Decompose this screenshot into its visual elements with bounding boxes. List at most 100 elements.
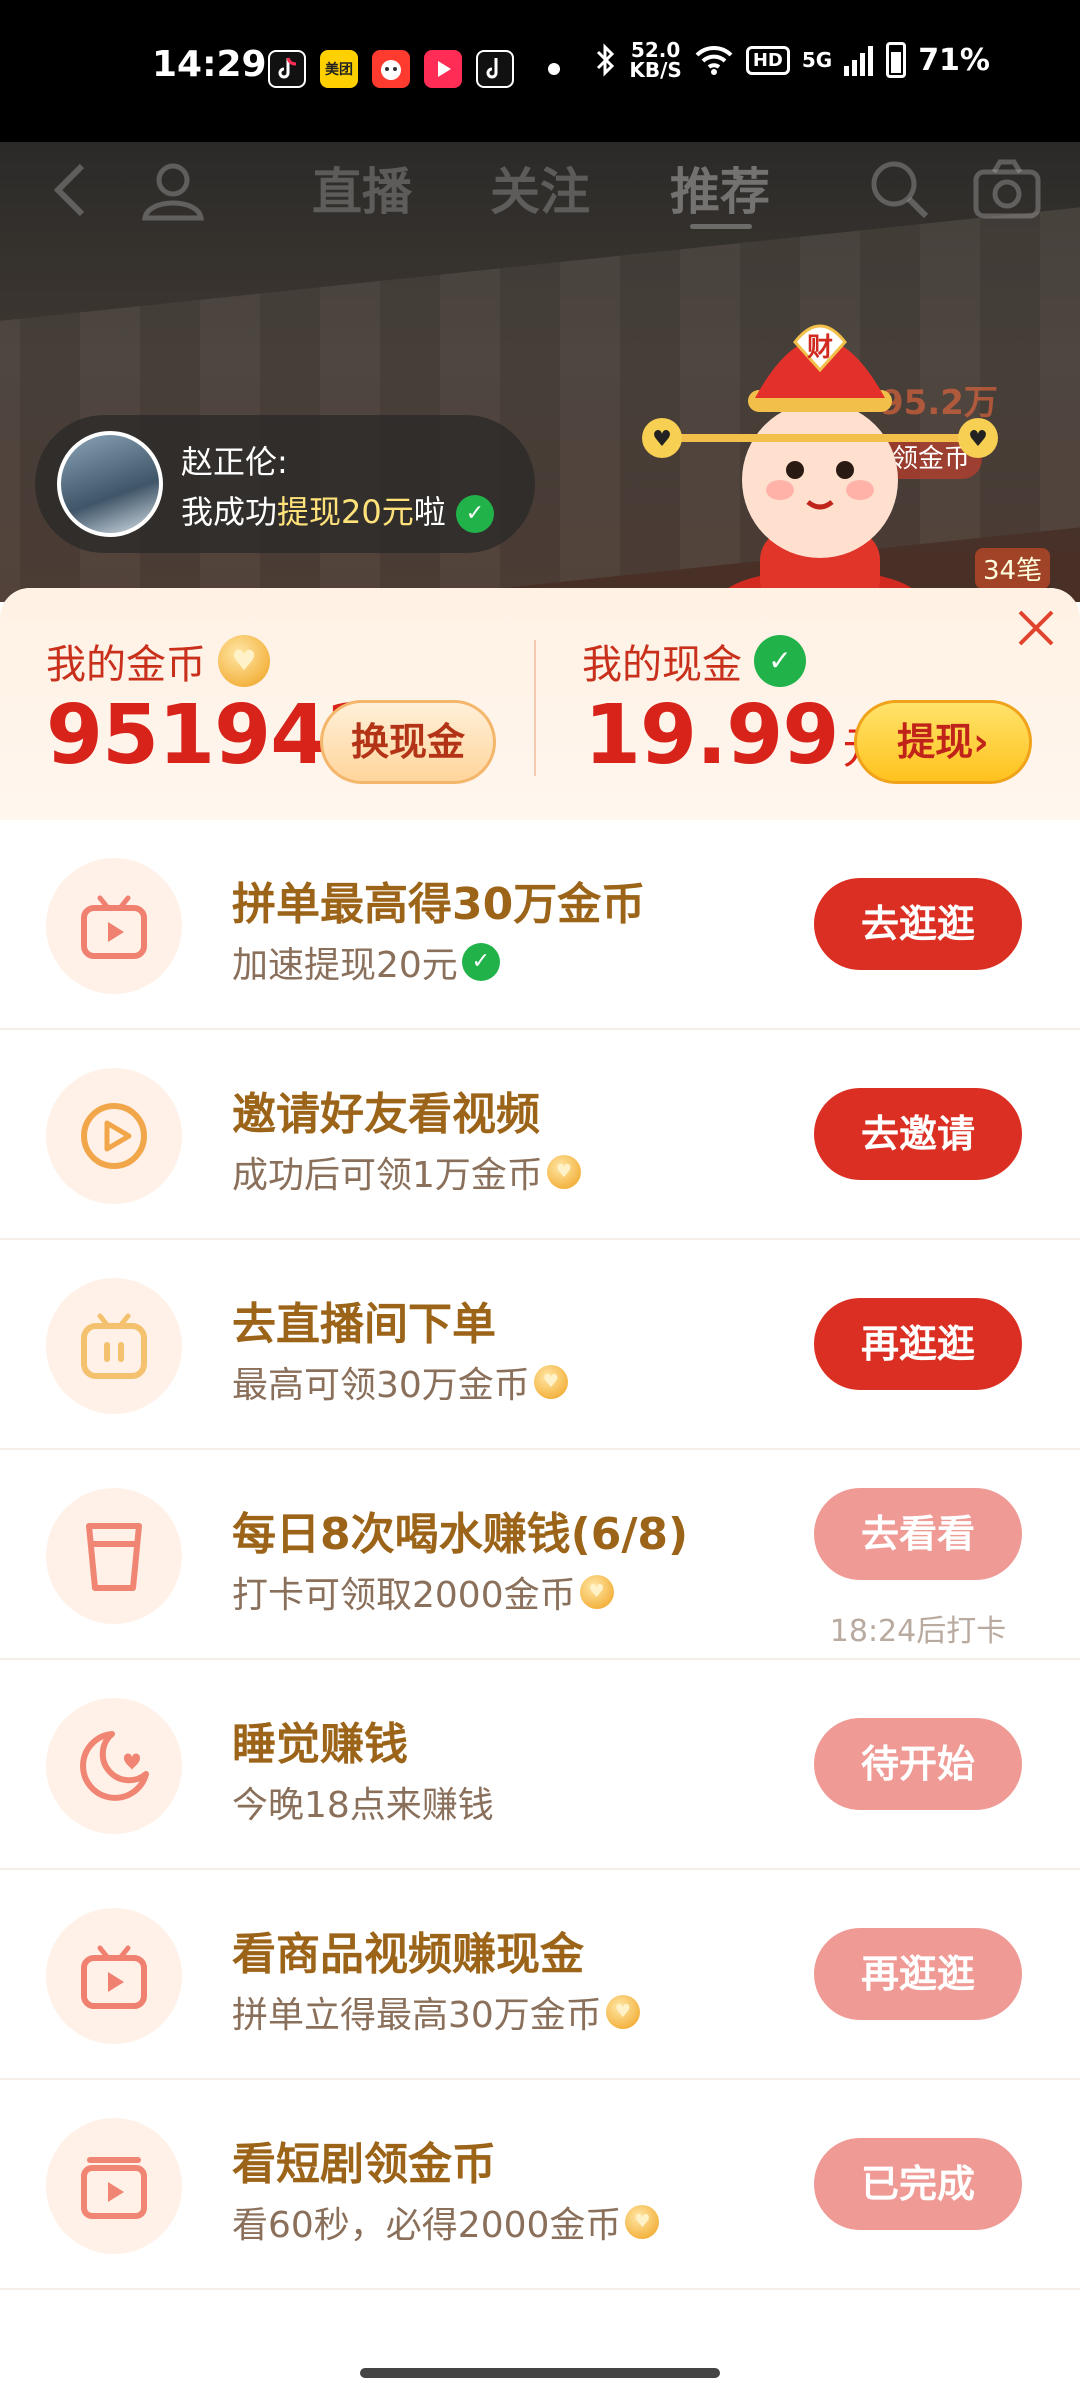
gold-coin-icon <box>533 1365 568 1399</box>
status-time: 14:29 <box>152 44 267 85</box>
toast-message: 我成功提现20元啦 <box>181 487 494 533</box>
camera-icon[interactable] <box>972 158 1042 220</box>
avatar <box>57 431 163 537</box>
task-list: 拼单最高得30万金币加速提现20元 去逛逛邀请好友看视频成功后可领1万金币 去邀请去… <box>0 820 1080 2290</box>
signal-icon <box>844 46 874 76</box>
tv-play-icon <box>46 858 182 994</box>
meituan-label: 美团 <box>325 62 353 78</box>
task-subtitle: 看60秒，必得2000金币 <box>232 2196 660 2248</box>
coins-label: 我的金币 <box>46 642 206 688</box>
task-countdown: 18:24后打卡 <box>829 1614 1007 1649</box>
task-row: 每日8次喝水赚钱(6/8) 打卡可领取2000金币 去看看 18:24后打卡 <box>0 1450 1080 1660</box>
close-icon[interactable] <box>1014 606 1058 650</box>
cup-icon <box>46 1488 182 1624</box>
notification-icons: 美团 <box>268 50 560 88</box>
battery-icon <box>886 42 907 78</box>
back-icon[interactable] <box>50 160 90 220</box>
chevron-right-icon: › <box>973 720 989 764</box>
task-subtitle: 成功后可领1万金币 <box>232 1146 581 1198</box>
gold-coin-icon <box>605 1995 640 2029</box>
task-title: 看短剧领金币 <box>232 2139 496 2190</box>
svg-text:♥: ♥ <box>652 427 672 452</box>
task-action-button[interactable]: 待开始 <box>814 1718 1022 1810</box>
task-action-button[interactable]: 去逛逛 <box>814 878 1022 970</box>
battery-percent: 71% <box>918 42 990 78</box>
withdraw-toast: 赵正伦: 我成功提现20元啦 <box>35 415 535 553</box>
task-subtitle: 加速提现20元 <box>232 936 500 988</box>
top-nav: 直播 关注 推荐 <box>0 142 1080 232</box>
toast-msg-highlight: 提现20元 <box>277 493 414 531</box>
mascot-badge: 财 <box>807 333 833 363</box>
toast-msg-suffix: 啦 <box>413 493 446 531</box>
red-app-icon <box>372 50 410 88</box>
toast-username: 赵正伦: <box>181 443 288 481</box>
net-speed-value: 52.0 <box>630 38 681 62</box>
god-of-wealth-mascot-icon: ♥ ♥ 财 <box>642 324 998 610</box>
task-subtitle: 打卡可领取2000金币 <box>232 1566 614 1618</box>
task-action-button[interactable]: 再逛逛 <box>814 1928 1022 2020</box>
withdraw-label: 提现 <box>897 720 974 764</box>
task-row: 看短剧领金币看60秒，必得2000金币 已完成 <box>0 2080 1080 2290</box>
tab-recommend[interactable]: 推荐 <box>670 152 770 224</box>
task-title: 睡觉赚钱 <box>232 1719 408 1770</box>
task-row: 去直播间下单最高可领30万金币 再逛逛 <box>0 1240 1080 1450</box>
gold-coin-icon <box>218 635 270 687</box>
home-indicator[interactable] <box>360 2368 720 2378</box>
active-tab-indicator <box>690 224 752 229</box>
tab-live[interactable]: 直播 <box>312 152 412 224</box>
tab-follow[interactable]: 关注 <box>490 152 590 224</box>
task-row: 睡觉赚钱今晚18点来赚钱 待开始 <box>0 1660 1080 1870</box>
task-subtitle-text: 成功后可领1万金币 <box>232 1155 543 1196</box>
status-bar: 14:29 美团 52.0 KB/S HD 5G 71% <box>0 0 1080 142</box>
task-subtitle-text: 最高可领30万金币 <box>232 1365 530 1406</box>
cash-label: 我的现金 <box>582 642 742 688</box>
meituan-icon: 美团 <box>320 50 358 88</box>
live-tv-icon <box>46 1278 182 1414</box>
gold-coin-icon <box>579 1575 614 1609</box>
circle-play-icon <box>46 1068 182 1204</box>
exchange-cash-button[interactable]: 换现金 <box>320 700 496 784</box>
hd-icon: HD <box>745 45 790 75</box>
svg-text:♥: ♥ <box>968 427 988 452</box>
tiktok-icon <box>268 50 306 88</box>
task-subtitle: 拼单立得最高30万金币 <box>232 1986 640 2038</box>
bluetooth-icon <box>597 43 615 77</box>
gold-coin-icon <box>546 1155 581 1189</box>
task-subtitle: 今晚18点来赚钱 <box>232 1776 494 1828</box>
task-row: 拼单最高得30万金币加速提现20元 去逛逛 <box>0 820 1080 1030</box>
task-row: 邀请好友看视频成功后可领1万金币 去邀请 <box>0 1030 1080 1240</box>
task-title: 邀请好友看视频 <box>232 1089 540 1140</box>
drama-play-icon <box>46 2118 182 2254</box>
withdraw-button[interactable]: 提现› <box>854 700 1032 784</box>
video-app-icon <box>424 50 462 88</box>
task-title: 去直播间下单 <box>232 1299 496 1350</box>
net-speed-unit: KB/S <box>629 58 682 82</box>
tv-play-icon <box>46 1908 182 2044</box>
task-title: 每日8次喝水赚钱(6/8) <box>232 1509 689 1560</box>
network-type: 5G <box>801 48 833 72</box>
task-subtitle-text: 打卡可领取2000金币 <box>232 1575 576 1616</box>
gold-coin-icon <box>625 2205 660 2239</box>
profile-icon[interactable] <box>140 160 206 222</box>
task-action-button[interactable]: 已完成 <box>814 2138 1022 2230</box>
search-icon[interactable] <box>868 158 930 220</box>
wallet-header: 我的金币 951942 换现金 我的现金 19.99元 提现› <box>0 588 1080 820</box>
task-subtitle-text: 看60秒，必得2000金币 <box>232 2205 622 2246</box>
cash-value: 19.99 <box>584 688 839 783</box>
coins-label-row: 我的金币 <box>46 632 270 690</box>
cash-value-row: 19.99元 <box>584 688 886 783</box>
system-icons: 52.0 KB/S HD 5G 71% <box>595 40 990 80</box>
wifi-icon <box>695 45 733 75</box>
task-subtitle-text: 今晚18点来赚钱 <box>232 1785 494 1826</box>
task-subtitle-text: 拼单立得最高30万金币 <box>232 1995 602 2036</box>
cash-label-row: 我的现金 <box>582 632 806 690</box>
more-notifications-dot <box>548 63 560 75</box>
task-action-button[interactable]: 去看看 <box>814 1488 1022 1580</box>
task-action-button[interactable]: 再逛逛 <box>814 1298 1022 1390</box>
wallet-divider <box>534 640 536 776</box>
task-action-button[interactable]: 去邀请 <box>814 1088 1022 1180</box>
task-subtitle-text: 加速提现20元 <box>232 945 458 986</box>
net-speed: 52.0 KB/S <box>629 40 681 80</box>
wechat-check-icon <box>754 635 806 687</box>
moon-icon <box>46 1698 182 1834</box>
